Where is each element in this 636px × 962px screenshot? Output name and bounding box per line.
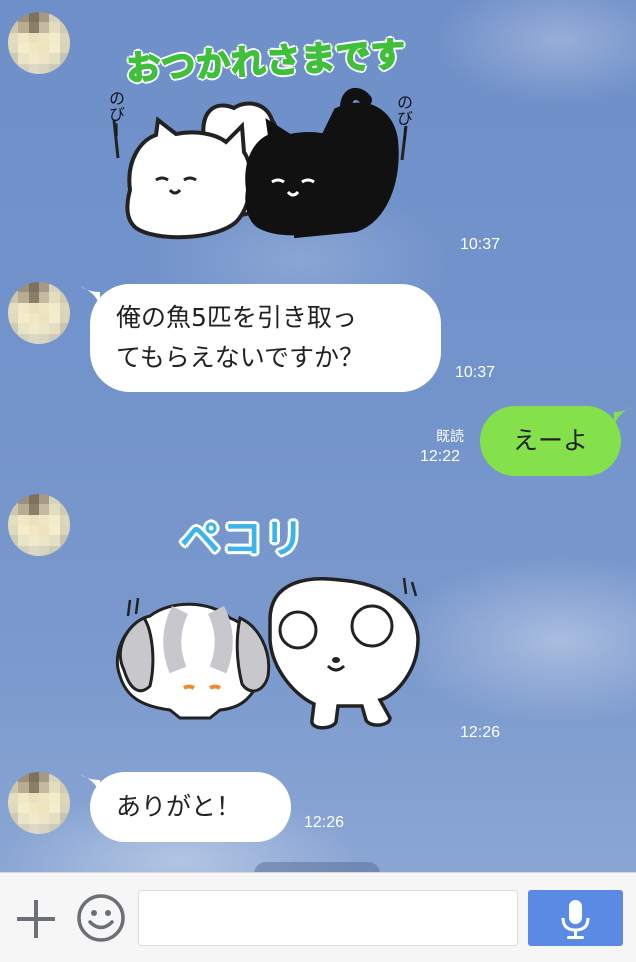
message-bubble[interactable]: ありがと！ [90,772,291,842]
message-time: 12:26 [304,814,345,831]
sticker-dogs-illustration [115,577,420,730]
message-time: 12:26 [460,724,501,741]
plus-icon [17,900,55,938]
avatar[interactable] [8,494,70,556]
avatar[interactable] [8,282,70,344]
voice-message-button[interactable] [528,890,623,946]
scroll-to-bottom-indicator[interactable] [254,862,380,872]
smiley-icon [77,894,125,942]
message-time: 12:22 [420,448,461,465]
sticker-side-text-right: のびー [394,94,413,142]
message-text: ありがと！ [116,792,242,821]
sticker-pekori[interactable]: ペコリ [100,500,430,740]
message-time: 10:37 [460,236,501,253]
message-bubble[interactable]: 俺の魚5匹を引き取っ てもらえないですか？ [90,284,441,392]
my-message-bubble[interactable]: えーよ [480,406,621,476]
avatar[interactable] [8,12,70,74]
microphone-icon [561,900,590,939]
bubble-tail [614,406,634,426]
sticker-cats-illustration [112,87,408,240]
read-receipt: 既読 [436,429,464,445]
sticker-otsukare[interactable]: おつかれさまです のびー のびー [96,30,426,250]
emoji-button[interactable] [76,893,126,943]
message-text-line: 俺の魚5匹を引き取っ [116,303,357,332]
message-input-bar [0,872,636,962]
message-text-line: てもらえないですか？ [116,343,365,372]
add-button[interactable] [14,897,58,941]
message-text: えーよ [512,426,588,455]
avatar[interactable] [8,772,70,834]
sticker-side-text-left: のびー [106,90,125,138]
message-time: 10:37 [455,364,496,381]
chat-area[interactable]: おつかれさまです のびー のびー 10:37 俺の魚5匹を引き取っ てもらえない… [0,0,636,872]
message-input[interactable] [138,890,518,946]
